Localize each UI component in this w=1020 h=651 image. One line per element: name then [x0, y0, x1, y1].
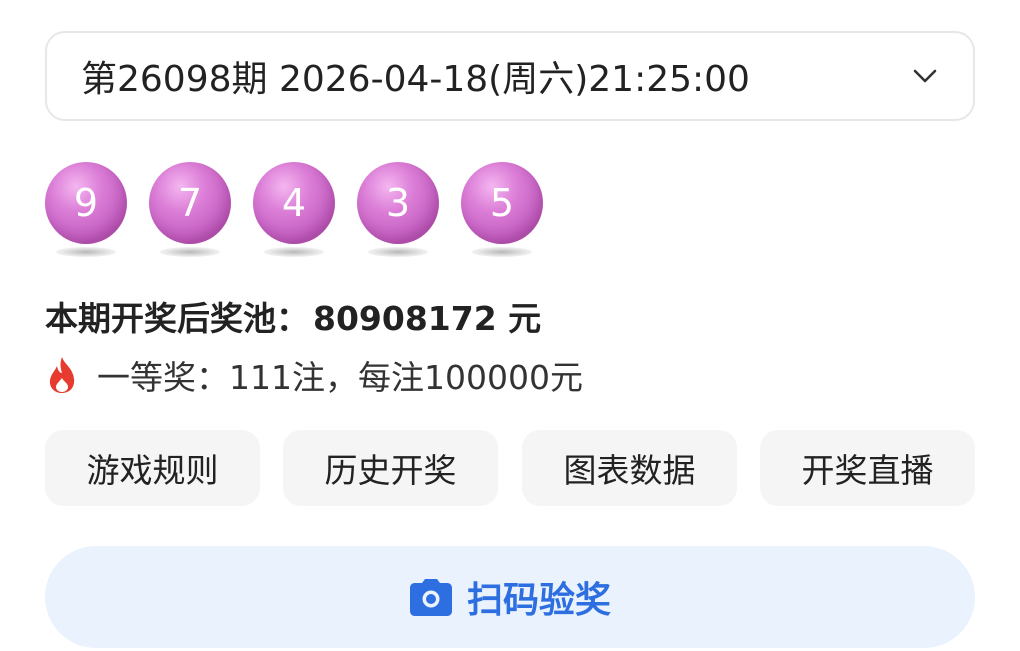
chart-data-button[interactable]: 图表数据 — [522, 430, 737, 506]
history-draws-button[interactable]: 历史开奖 — [283, 430, 498, 506]
first-prize-text: 一等奖：111注，每注100000元 — [97, 358, 583, 397]
ball-shadow — [160, 247, 220, 257]
number-ball: 4 — [253, 162, 335, 244]
prize-pool-amount: 80908172 元 — [313, 299, 542, 338]
first-prize-info: 一等奖：111注，每注100000元 — [45, 352, 583, 398]
number-ball: 9 — [45, 162, 127, 244]
prize-pool-label: 本期开奖后奖池： — [45, 299, 309, 338]
game-rules-button[interactable]: 游戏规则 — [45, 430, 260, 506]
chevron-down-icon[interactable] — [911, 62, 939, 90]
live-draw-button[interactable]: 开奖直播 — [760, 430, 975, 506]
ball-shadow — [264, 247, 324, 257]
camera-icon — [409, 579, 452, 616]
ball-shadow — [368, 247, 428, 257]
number-ball: 3 — [357, 162, 439, 244]
fire-icon — [49, 357, 75, 393]
draw-period-label: 第26098期 2026-04-18(周六)21:25:00 — [81, 59, 750, 100]
draw-period-select[interactable]: 第26098期 2026-04-18(周六)21:25:00 — [45, 31, 975, 121]
ball-shadow — [472, 247, 532, 257]
number-ball: 5 — [461, 162, 543, 244]
scan-verify-label: 扫码验奖 — [466, 580, 611, 621]
scan-verify-button[interactable]: 扫码验奖 — [45, 546, 975, 648]
action-buttons: 游戏规则 历史开奖 图表数据 开奖直播 — [45, 430, 975, 506]
winning-numbers: 9 7 4 3 5 — [45, 162, 605, 262]
ball-shadow — [56, 247, 116, 257]
number-ball: 7 — [149, 162, 231, 244]
prize-pool: 本期开奖后奖池： 80908172 元 — [45, 292, 541, 340]
